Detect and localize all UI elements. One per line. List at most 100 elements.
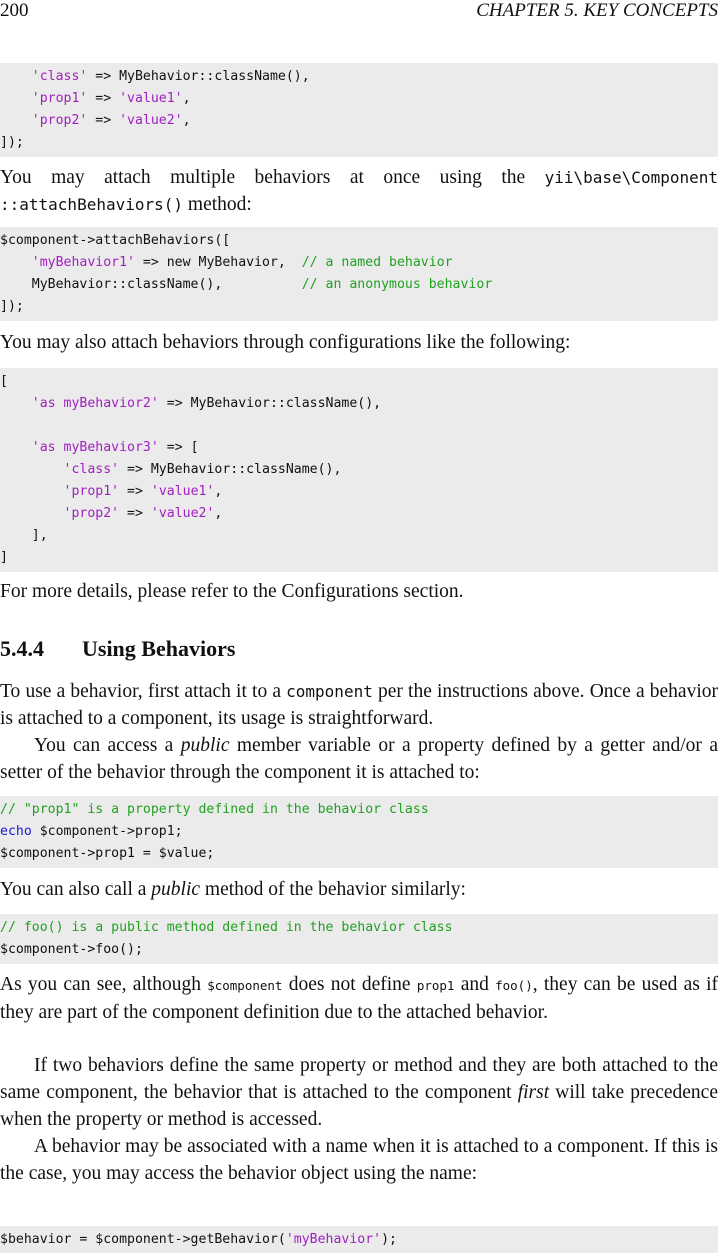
code-text: , bbox=[182, 91, 191, 106]
paragraph-two-behaviors: If two behaviors define the same propert… bbox=[0, 1052, 718, 1133]
paragraph-attach-multiple: You may attach multiple behaviors at onc… bbox=[0, 164, 718, 218]
code-block-6: $behavior = $component->getBehavior('myB… bbox=[0, 1226, 718, 1253]
paragraph-more-details: For more details, please refer to the Co… bbox=[0, 578, 718, 605]
paragraph-call-method: You can also call a public method of the… bbox=[0, 876, 718, 903]
section-title: Using Behaviors bbox=[82, 636, 236, 661]
code-keyword: echo bbox=[0, 824, 32, 839]
para4-run-1: component bbox=[286, 682, 373, 701]
code-text: MyBehavior::className(), bbox=[0, 277, 302, 292]
code-block-1: 'class' => MyBehavior::className(), 'pro… bbox=[0, 63, 718, 157]
code-block-3: [ 'as myBehavior2' => MyBehavior::classN… bbox=[0, 368, 718, 572]
code-string: 'value2' bbox=[119, 113, 183, 128]
para9-run-0: A behavior may be associated with a name… bbox=[0, 1136, 718, 1184]
para2-run-0: You may also attach behaviors through co… bbox=[0, 332, 571, 353]
code-text: => MyBehavior::className(), bbox=[158, 396, 382, 411]
code-comment: // "prop1" is a property defined in the … bbox=[0, 802, 429, 817]
code-text: ], bbox=[0, 528, 48, 543]
paragraph-as-you-can-see: As you can see, although $component does… bbox=[0, 971, 718, 1026]
code-text: => bbox=[119, 484, 151, 499]
code-text: , bbox=[214, 484, 223, 499]
code-comment: // foo() is a public method defined in t… bbox=[0, 920, 453, 935]
code-string: 'value2' bbox=[150, 506, 215, 521]
code-text: ] bbox=[0, 550, 8, 565]
code-line: [ bbox=[0, 371, 718, 393]
code-text: [ bbox=[0, 374, 8, 389]
code-line: // "prop1" is a property defined in the … bbox=[0, 799, 718, 821]
page-header: 200 CHAPTER 5. KEY CONCEPTS bbox=[0, 0, 718, 24]
code-line: 'as myBehavior2' => MyBehavior::classNam… bbox=[0, 393, 718, 415]
code-comment: // an anonymous behavior bbox=[301, 277, 493, 292]
paragraph-configurations: You may also attach behaviors through co… bbox=[0, 329, 718, 356]
code-string: 'prop1' bbox=[31, 91, 88, 106]
code-line: 'myBehavior1' => new MyBehavior, // a na… bbox=[0, 252, 718, 274]
code-string: 'myBehavior' bbox=[285, 1232, 382, 1247]
code-line: ], bbox=[0, 525, 718, 547]
section-number: 5.4.4 bbox=[0, 636, 44, 661]
code-text: $component->attachBehaviors([ bbox=[0, 233, 231, 248]
para7-run-5: foo() bbox=[495, 978, 533, 993]
code-line: $behavior = $component->getBehavior('myB… bbox=[0, 1229, 718, 1251]
page-number: 200 bbox=[0, 0, 29, 21]
code-line: ]); bbox=[0, 296, 718, 318]
code-line: $component->foo(); bbox=[0, 939, 718, 961]
code-line: 'prop2' => 'value2', bbox=[0, 503, 718, 525]
code-string: 'class' bbox=[63, 462, 120, 477]
code-string: 'as myBehavior3' bbox=[31, 440, 159, 455]
code-string: 'prop2' bbox=[31, 113, 88, 128]
code-string: 'as myBehavior2' bbox=[31, 396, 159, 411]
para7-run-0: As you can see, although bbox=[0, 974, 208, 995]
code-line: 'prop1' => 'value1', bbox=[0, 481, 718, 503]
code-string: 'value1' bbox=[150, 484, 215, 499]
para6-run-0: You can also call a bbox=[0, 879, 152, 900]
code-text: ]); bbox=[0, 135, 24, 150]
code-line: MyBehavior::className(), // an anonymous… bbox=[0, 274, 718, 296]
code-string: 'class' bbox=[31, 69, 88, 84]
code-line: ] bbox=[0, 547, 718, 569]
code-line: 'prop2' => 'value2', bbox=[0, 110, 718, 132]
code-line: $component->attachBehaviors([ bbox=[0, 230, 718, 252]
code-text: $component->prop1; bbox=[31, 824, 183, 839]
code-line: 'prop1' => 'value1', bbox=[0, 88, 718, 110]
para1-run-2: method: bbox=[183, 194, 252, 215]
code-string: 'prop2' bbox=[63, 506, 120, 521]
code-comment: // a named behavior bbox=[301, 255, 453, 270]
code-text: $component->prop1 = $value; bbox=[0, 846, 215, 861]
code-text: , bbox=[214, 506, 223, 521]
code-text: , bbox=[182, 113, 191, 128]
code-text: $behavior = $component->getBehavior( bbox=[0, 1232, 286, 1247]
code-string: 'value1' bbox=[119, 91, 183, 106]
para7-run-1: $component bbox=[207, 978, 283, 993]
code-string: 'myBehavior1' bbox=[31, 255, 135, 270]
code-text: => bbox=[87, 113, 120, 128]
document-page: 200 CHAPTER 5. KEY CONCEPTS 'class' => M… bbox=[0, 0, 718, 1253]
code-text: => bbox=[87, 91, 120, 106]
running-head: CHAPTER 5. KEY CONCEPTS bbox=[476, 0, 718, 21]
code-text: ); bbox=[381, 1232, 397, 1247]
code-text: $component->foo(); bbox=[0, 942, 143, 957]
code-block-5: // foo() is a public method defined in t… bbox=[0, 914, 718, 964]
para3-run-0: For more details, please refer to the Co… bbox=[0, 581, 464, 602]
code-block-2: $component->attachBehaviors([ 'myBehavio… bbox=[0, 227, 718, 321]
para7-run-3: prop1 bbox=[416, 978, 455, 993]
paragraph-use-behavior: To use a behavior, first attach it to a … bbox=[0, 678, 718, 732]
para6-run-1: public bbox=[151, 879, 201, 900]
para7-run-2: does not define bbox=[282, 974, 417, 995]
code-line: ]); bbox=[0, 132, 718, 154]
code-block-4: // "prop1" is a property defined in the … bbox=[0, 796, 718, 868]
code-text: ]); bbox=[0, 299, 24, 314]
para1-run-0: You may attach multiple behaviors at onc… bbox=[0, 167, 545, 188]
section-heading: 5.4.4 Using Behaviors bbox=[0, 636, 235, 662]
code-text: => MyBehavior::className(), bbox=[119, 462, 342, 477]
code-line: echo $component->prop1; bbox=[0, 821, 718, 843]
code-text: => MyBehavior::className(), bbox=[87, 69, 310, 84]
code-text: => new MyBehavior, bbox=[134, 255, 302, 270]
